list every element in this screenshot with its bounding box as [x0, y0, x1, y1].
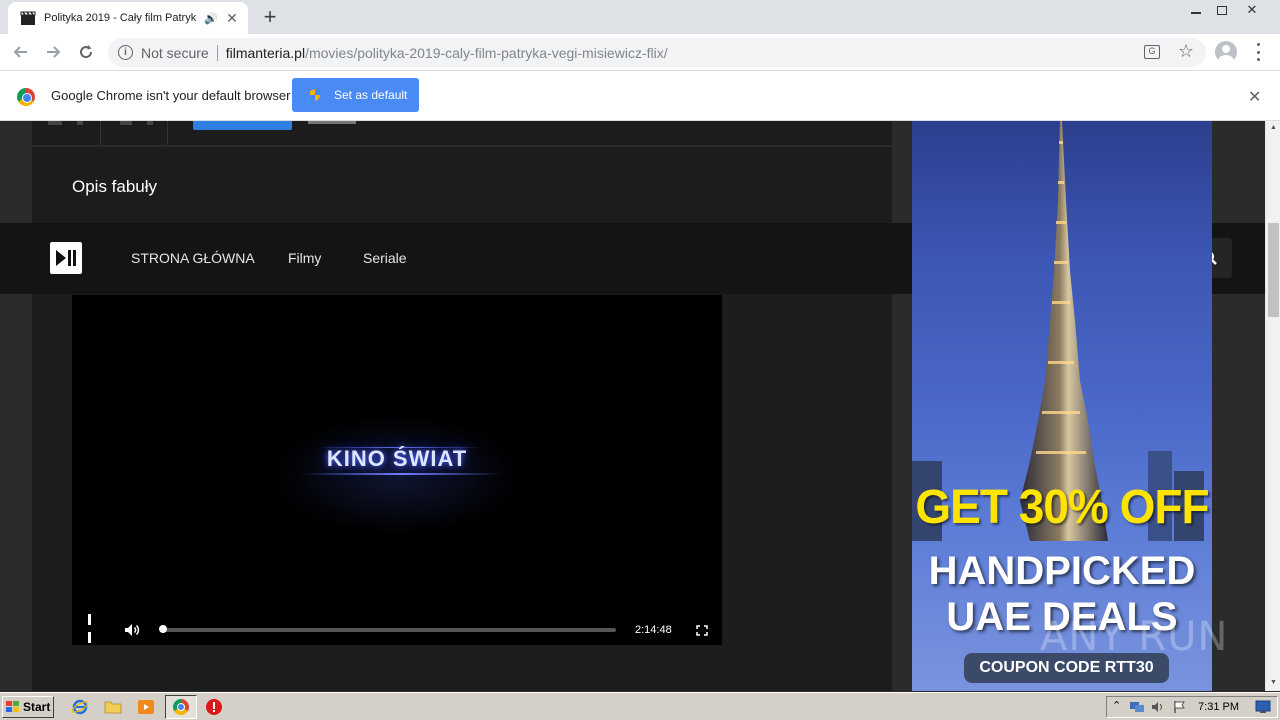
infobar-close-icon[interactable]: ✕ — [1248, 87, 1261, 107]
list-icon[interactable] — [48, 121, 62, 125]
antivirus-icon[interactable] — [205, 698, 223, 716]
folder-icon[interactable] — [104, 698, 122, 716]
fullscreen-icon[interactable] — [696, 625, 708, 636]
nav-series[interactable]: Seriale — [363, 250, 407, 266]
set-as-default-label: Set as default — [334, 88, 408, 102]
minimize-button[interactable] — [1182, 0, 1210, 20]
site-logo[interactable] — [50, 242, 82, 274]
forward-button[interactable] — [41, 40, 65, 64]
video-duration: 2:14:48 — [635, 624, 672, 636]
divider — [100, 121, 101, 145]
seek-bar[interactable] — [159, 625, 616, 633]
infobar-message: Google Chrome isn't your default browser — [51, 88, 291, 103]
set-as-default-button[interactable]: Set as default — [292, 78, 419, 112]
chrome-logo-icon — [17, 88, 35, 106]
chrome-taskbar-button[interactable] — [165, 695, 197, 719]
network-icon[interactable] — [1129, 700, 1145, 714]
security-label: Not secure — [141, 44, 209, 61]
title-line-bottom — [302, 473, 502, 475]
back-arrow-icon — [13, 46, 27, 58]
show-desktop-icon[interactable] — [1255, 700, 1271, 714]
chevron-down-icon — [77, 121, 83, 125]
scroll-down-icon[interactable]: ▼ — [1269, 679, 1278, 688]
shield-icon — [310, 89, 320, 101]
address-bar[interactable]: i Not secure filmanteria.pl/movies/polit… — [108, 38, 1206, 67]
start-label: Start — [23, 700, 51, 714]
info-icon[interactable]: i — [118, 45, 133, 60]
new-tab-button[interactable]: + — [258, 5, 282, 29]
chevron-down-icon — [147, 121, 153, 125]
clapperboard-icon — [20, 11, 36, 25]
scrollbar-thumb[interactable] — [1268, 223, 1279, 317]
forward-arrow-icon — [47, 46, 61, 58]
url-path: /movies/polityka-2019-caly-film-patryka-… — [305, 44, 668, 61]
chrome-icon — [173, 699, 189, 715]
media-player-icon[interactable] — [137, 698, 155, 716]
info-tab-button[interactable] — [193, 121, 292, 130]
advertisement-banner[interactable]: GET 30% OFF HANDPICKED UAE DEALS COUPON … — [912, 121, 1212, 691]
chrome-menu-icon[interactable] — [1250, 43, 1266, 61]
seek-thumb[interactable] — [159, 625, 167, 633]
tab-title: Polityka 2019 - Cały film Patryk — [44, 12, 197, 24]
profile-avatar[interactable] — [1215, 41, 1237, 63]
grid-icon[interactable] — [120, 121, 132, 125]
translate-icon[interactable]: G — [1144, 45, 1160, 59]
reload-button[interactable] — [74, 40, 98, 64]
tab-strip: Polityka 2019 - Cały film Patryk 🔊 ✕ + ✕ — [0, 0, 1280, 34]
title-glow — [272, 415, 522, 535]
separator — [216, 44, 218, 61]
volume-icon[interactable] — [124, 623, 140, 637]
volume-tray-icon[interactable] — [1151, 700, 1165, 714]
tray-expand-icon[interactable]: ⌃ — [1112, 699, 1121, 712]
scroll-up-icon[interactable]: ▲ — [1269, 124, 1278, 133]
url-domain: filmanteria.pl — [225, 44, 306, 61]
video-title-card: KINO ŚWIAT — [326, 446, 468, 471]
window-close-button[interactable]: ✕ — [1238, 0, 1266, 20]
system-tray: ⌃ 7:31 PM — [1106, 696, 1278, 718]
pause-button[interactable] — [88, 613, 98, 643]
browser-tab[interactable]: Polityka 2019 - Cały film Patryk 🔊 ✕ — [8, 2, 248, 34]
section-heading: Opis fabuły — [72, 177, 158, 196]
windows-flag-icon — [6, 701, 19, 712]
windows-taskbar: Start ⌃ 7:31 PM — [0, 692, 1280, 720]
tab-close-icon[interactable]: ✕ — [224, 10, 240, 27]
browser-toolbar: i Not secure filmanteria.pl/movies/polit… — [0, 34, 1280, 71]
ad-headline: GET 30% OFF — [915, 478, 1209, 534]
nav-movies[interactable]: Filmy — [288, 250, 321, 266]
nav-home[interactable]: STRONA GŁÓWNA — [131, 250, 255, 266]
clock: 7:31 PM — [1198, 701, 1239, 713]
speaker-icon[interactable]: 🔊 — [204, 12, 218, 25]
ad-line-1: HANDPICKED — [928, 549, 1196, 593]
back-button[interactable] — [9, 40, 33, 64]
play-pause-logo-icon — [56, 250, 76, 266]
bookmark-star-icon[interactable]: ☆ — [1178, 41, 1194, 62]
second-tab[interactable] — [308, 121, 356, 124]
internet-explorer-icon[interactable] — [71, 698, 89, 716]
restore-button[interactable] — [1208, 0, 1236, 20]
default-browser-infobar: Google Chrome isn't your default browser… — [0, 71, 1280, 121]
divider — [167, 121, 168, 145]
tabs-row-partial — [32, 121, 892, 147]
video-player[interactable]: KINO ŚWIAT 2:14:48 — [72, 295, 722, 645]
reload-icon — [80, 45, 93, 59]
page-scrollbar[interactable]: ▲ ▼ — [1265, 121, 1280, 691]
action-center-flag-icon[interactable] — [1173, 700, 1187, 714]
pause-icon — [88, 612, 98, 646]
start-button[interactable]: Start — [2, 696, 54, 718]
web-page: Opis fabuły STRONA GŁÓWNA Filmy Seriale … — [0, 121, 1265, 691]
anyrun-watermark: ANY RUN — [1040, 614, 1229, 660]
